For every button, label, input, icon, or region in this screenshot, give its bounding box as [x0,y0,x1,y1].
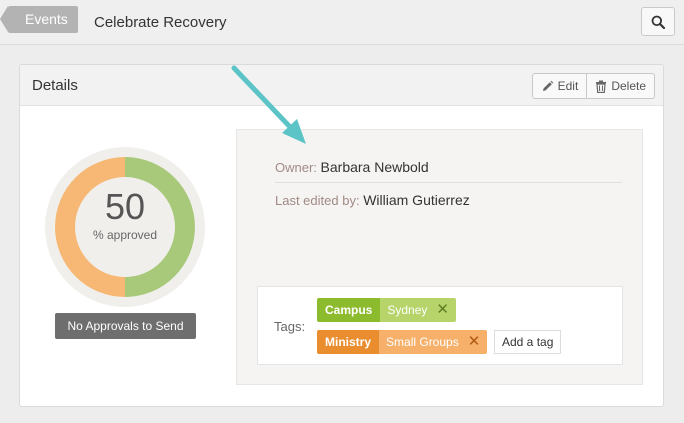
tags-box: Tags: Campus Sydney ✕ Ministry Small Gro… [257,286,623,365]
details-card: Details Edit Delete 50 % approved No App… [19,64,664,407]
tag-category: Ministry [317,330,380,354]
approval-percent-value: 50 [104,186,146,227]
owner-value: Barbara Newbold [320,159,429,175]
top-bar: Events Celebrate Recovery [0,0,684,45]
tag-campus-sydney: Campus Sydney ✕ [317,298,456,322]
edit-button[interactable]: Edit [531,73,588,99]
trash-icon [596,80,607,93]
delete-button[interactable]: Delete [587,73,655,99]
search-icon [651,15,665,29]
approval-percent-label: % approved [92,228,158,242]
tag-value: Small Groups ✕ [379,330,488,354]
no-approvals-button[interactable]: No Approvals to Send [55,313,196,339]
last-edited-row: Last edited by: William Gutierrez [275,192,470,208]
remove-tag-icon[interactable]: ✕ [468,330,481,354]
tag-name: Small Groups [386,335,459,349]
tags-label: Tags: [274,319,306,334]
page-title: Celebrate Recovery [94,14,227,31]
edit-label: Edit [557,79,579,93]
owner-label: Owner: [275,160,317,175]
add-tag-button[interactable]: Add a tag [494,330,562,354]
details-title: Details [32,77,78,94]
search-button[interactable] [641,7,675,36]
info-divider [275,182,622,183]
header-actions: Edit Delete [531,73,655,99]
pencil-icon [542,80,553,91]
owner-row: Owner: Barbara Newbold [275,159,429,175]
info-panel: Owner: Barbara Newbold Last edited by: W… [236,129,643,385]
delete-label: Delete [611,79,646,93]
last-edited-value: William Gutierrez [363,192,470,208]
tag-ministry-small-groups: Ministry Small Groups ✕ [317,330,488,354]
remove-tag-icon[interactable]: ✕ [436,298,449,322]
last-edited-label: Last edited by: [275,193,360,208]
tag-name: Sydney [387,303,428,317]
card-header: Details Edit Delete [20,65,663,106]
tag-category: Campus [317,298,381,322]
tag-value: Sydney ✕ [380,298,456,322]
back-button-events[interactable]: Events [0,6,78,33]
